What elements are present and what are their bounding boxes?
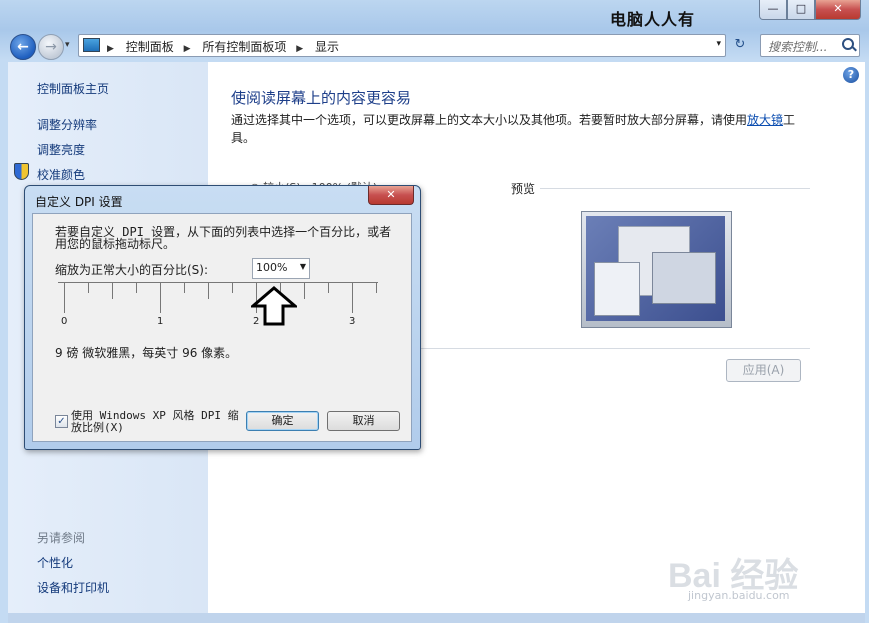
ruler-tick xyxy=(232,283,233,293)
address-bar[interactable]: ▶ 控制面板 ▶ 所有控制面板项 ▶ 显示 ▾ xyxy=(78,34,726,57)
preview-window xyxy=(652,252,716,304)
check-icon: ✓ xyxy=(57,416,66,427)
preview-divider xyxy=(540,188,810,189)
dialog-title: 自定义 DPI 设置 xyxy=(35,195,123,209)
recent-pages-dropdown[interactable]: ▾ xyxy=(65,40,70,50)
xp-style-checkbox[interactable]: ✓ xyxy=(55,415,68,428)
page-title: 使阅读屏幕上的内容更容易 xyxy=(231,89,412,107)
scale-value: 100% xyxy=(256,261,288,274)
breadcrumb: ▶ 控制面板 ▶ 所有控制面板项 ▶ 显示 xyxy=(107,38,345,55)
dpi-ruler[interactable]: 0123 xyxy=(58,282,380,327)
control-panel-icon xyxy=(83,38,100,52)
ruler-tick xyxy=(208,283,209,299)
sidebar-item-home[interactable]: 控制面板主页 xyxy=(37,80,109,97)
maximize-button[interactable]: □ xyxy=(787,0,815,20)
magnifier-link[interactable]: 放大镜 xyxy=(747,113,783,127)
section-divider xyxy=(420,348,810,349)
xp-style-label[interactable]: 使用 Windows XP 风格 DPI 缩放比例(X) xyxy=(71,410,249,434)
ruler-tick xyxy=(88,283,89,293)
breadcrumb-all-items[interactable]: 所有控制面板项 xyxy=(202,40,286,54)
ruler-tick xyxy=(304,283,305,299)
custom-dpi-dialog: 自定义 DPI 设置 ✕ 若要自定义 DPI 设置，从下面的列表中选择一个百分比… xyxy=(24,185,421,450)
breadcrumb-separator[interactable]: ▶ xyxy=(107,44,114,54)
help-icon[interactable]: ? xyxy=(843,67,859,83)
ruler-number: 1 xyxy=(157,316,164,327)
breadcrumb-separator[interactable]: ▶ xyxy=(184,44,191,54)
ruler-tick xyxy=(184,283,185,293)
shield-icon xyxy=(14,163,29,180)
dialog-close-button[interactable]: ✕ xyxy=(368,186,414,205)
close-button[interactable]: ✕ xyxy=(815,0,861,20)
ruler-number: 3 xyxy=(349,316,356,327)
page-description: 通过选择其中一个选项，可以更改屏幕上的文本大小以及其他项。若要暂时放大部分屏幕，… xyxy=(231,111,801,147)
ruler-number: 0 xyxy=(61,316,68,327)
scale-label: 缩放为正常大小的百分比(S): xyxy=(55,263,209,277)
search-icon[interactable] xyxy=(842,38,854,50)
back-button[interactable]: ← xyxy=(10,34,36,60)
see-also-heading: 另请参阅 xyxy=(37,531,86,545)
search-input[interactable]: 搜索控制... xyxy=(760,34,860,57)
cancel-button[interactable]: 取消 xyxy=(327,411,400,431)
caption-buttons: — □ ✕ xyxy=(759,0,861,20)
preview-label: 预览 xyxy=(511,182,536,196)
window-title-text: 电脑人人有 xyxy=(610,10,696,29)
breadcrumb-separator[interactable]: ▶ xyxy=(296,44,303,54)
minimize-button[interactable]: — xyxy=(759,0,787,20)
scale-percentage-select[interactable]: 100% ▼ xyxy=(252,258,310,279)
font-info-text: 9 磅 微软雅黑，每英寸 96 像素。 xyxy=(55,346,238,360)
ruler-baseline xyxy=(58,282,378,283)
dialog-instruction: 若要自定义 DPI 设置，从下面的列表中选择一个百分比，或者用您的鼠标拖动标尺。 xyxy=(55,225,392,251)
address-dropdown-button[interactable]: ▾ xyxy=(716,39,721,49)
ruler-tick xyxy=(136,283,137,293)
search-placeholder: 搜索控制... xyxy=(768,40,828,54)
preview-window xyxy=(594,262,640,316)
forward-button[interactable]: → xyxy=(38,34,64,60)
breadcrumb-control-panel[interactable]: 控制面板 xyxy=(126,40,174,54)
apply-button[interactable]: 应用(A) xyxy=(726,359,801,382)
sidebar-item-brightness[interactable]: 调整亮度 xyxy=(37,141,85,158)
ruler-tick xyxy=(64,283,65,313)
chevron-down-icon[interactable]: ▼ xyxy=(300,262,306,271)
preview-screen xyxy=(586,216,725,321)
arrow-up-icon xyxy=(251,286,297,326)
breadcrumb-display[interactable]: 显示 xyxy=(315,40,339,54)
preview-image xyxy=(581,211,732,328)
dialog-body: 若要自定义 DPI 设置，从下面的列表中选择一个百分比，或者用您的鼠标拖动标尺。… xyxy=(32,213,412,442)
watermark-url: jingyan.baidu.com xyxy=(688,589,790,602)
window-bottom-border xyxy=(8,613,865,623)
ruler-tick xyxy=(160,283,161,313)
description-text: 通过选择其中一个选项，可以更改屏幕上的文本大小以及其他项。若要暂时放大部分屏幕，… xyxy=(231,113,748,127)
ruler-tick xyxy=(352,283,353,313)
ruler-tick xyxy=(376,283,377,293)
sidebar-item-devices-printers[interactable]: 设备和打印机 xyxy=(37,579,109,596)
sidebar-item-personalization[interactable]: 个性化 xyxy=(37,554,73,571)
ok-button[interactable]: 确定 xyxy=(246,411,319,431)
sidebar-item-resolution[interactable]: 调整分辨率 xyxy=(37,116,97,133)
ruler-tick xyxy=(328,283,329,293)
refresh-button[interactable]: ↻ xyxy=(728,34,752,55)
ruler-tick xyxy=(112,283,113,299)
sidebar-item-calibrate-color[interactable]: 校准颜色 xyxy=(37,166,85,183)
